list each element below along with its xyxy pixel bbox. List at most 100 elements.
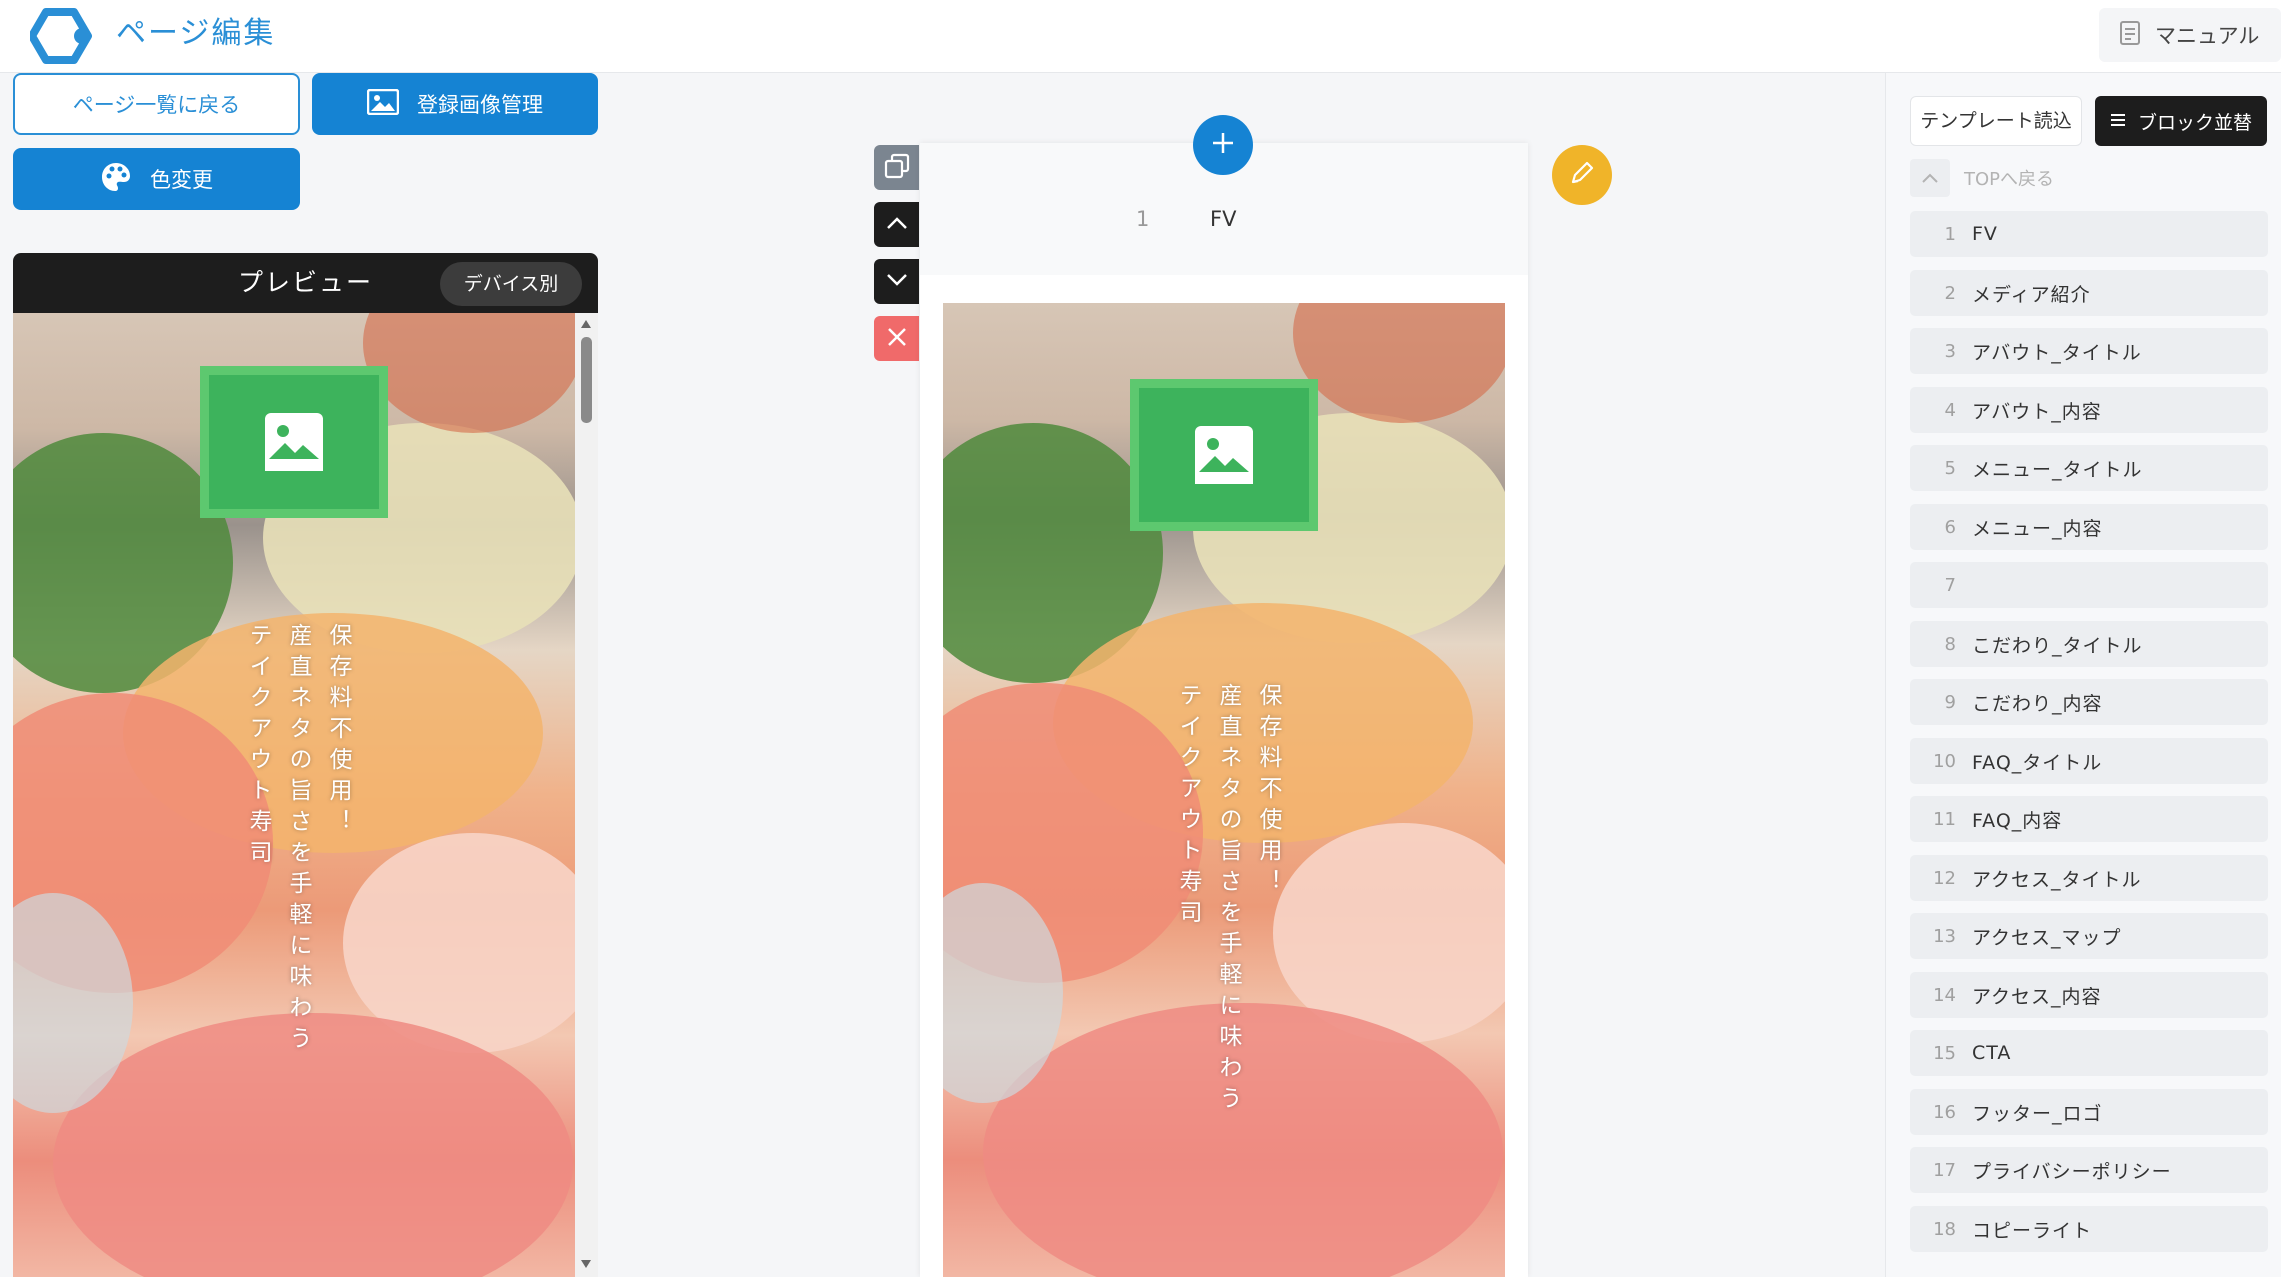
close-icon (886, 326, 908, 352)
load-template-button[interactable]: テンプレート読込 (1910, 96, 2082, 146)
block-list-number: 16 (1933, 1101, 1956, 1123)
chevron-up-icon (1910, 158, 1950, 197)
block-list-item[interactable]: 9 こだわり_内容 (1910, 679, 2268, 725)
manual-label: マニュアル (2155, 24, 2260, 48)
block-list-number: 4 (1944, 399, 1956, 421)
back-to-top-label: TOPへ戻る (1964, 168, 2055, 190)
logo-image-placeholder[interactable] (1130, 379, 1318, 531)
manual-icon (2119, 20, 2141, 51)
color-change-label: 色変更 (150, 168, 213, 192)
hero-copy[interactable]: 保存料不使用！ 産直ネタの旨さを手軽に味わう テイクアウト寿司 (1168, 683, 1288, 1243)
block-list-number: 8 (1944, 633, 1956, 655)
preview-header: プレビュー デバイス別 (13, 253, 598, 313)
sort-blocks-button[interactable]: ブロック並替 (2095, 96, 2267, 146)
back-to-top-link[interactable]: TOPへ戻る (1910, 155, 2268, 200)
image-icon (366, 88, 400, 120)
block-list-label: メニュー_タイトル (1972, 458, 2143, 481)
color-change-button[interactable]: 色変更 (13, 148, 300, 210)
block-list-item[interactable]: 16 フッター_ロゴ (1910, 1089, 2268, 1135)
block-list-item[interactable]: 14 アクセス_内容 (1910, 972, 2268, 1018)
block-list-item[interactable]: 12 アクセス_タイトル (1910, 855, 2268, 901)
block-list-number: 2 (1944, 282, 1956, 304)
block-list-number: 3 (1944, 340, 1956, 362)
edit-block-button[interactable] (1552, 145, 1612, 205)
block-list-label: メディア紹介 (1972, 283, 2091, 306)
hero-headline: 保存料不使用！ (1255, 683, 1281, 900)
block-list-number: 9 (1944, 691, 1956, 713)
image-manager-button[interactable]: 登録画像管理 (312, 73, 598, 135)
block-list-item[interactable]: 18 コピーライト (1910, 1206, 2268, 1252)
plus-icon (1210, 130, 1236, 160)
palette-icon (100, 161, 132, 198)
block-list-number: 10 (1933, 750, 1956, 772)
block-list-item[interactable]: 7 (1910, 562, 2268, 608)
block-list-number: 1 (1944, 223, 1956, 245)
block-list-number: 17 (1933, 1159, 1956, 1181)
hero-tagline: テイクアウト寿司 (245, 623, 271, 871)
page-title: ページ編集 (116, 16, 276, 51)
block-list-number: 12 (1933, 867, 1956, 889)
block-list-number: 6 (1944, 516, 1956, 538)
hero-subline: 産直ネタの旨さを手軽に味わう (285, 623, 311, 1057)
preview-panel: プレビュー デバイス別 保存料不使用！ 産直ネタの旨さを手軽に味わう テイクアウ… (13, 253, 598, 1277)
block-list-number: 11 (1933, 808, 1956, 830)
hero-tagline: テイクアウト寿司 (1175, 683, 1201, 931)
block-list-number: 15 (1933, 1042, 1956, 1064)
hero-headline: 保存料不使用！ (325, 623, 351, 840)
block-list-item[interactable]: 13 アクセス_マップ (1910, 913, 2268, 959)
block-list-item[interactable]: 2 メディア紹介 (1910, 270, 2268, 316)
image-manager-label: 登録画像管理 (417, 93, 543, 117)
block-list-item[interactable]: 11 FAQ_内容 (1910, 796, 2268, 842)
chevron-down-icon (885, 272, 909, 292)
preview-hero-image: 保存料不使用！ 産直ネタの旨さを手軽に味わう テイクアウト寿司 (13, 313, 575, 1277)
block-list-item[interactable]: 6 メニュー_内容 (1910, 504, 2268, 550)
block-list-label: アクセス_マップ (1972, 926, 2122, 949)
block-list-label: こだわり_内容 (1972, 692, 2103, 715)
device-toggle-button[interactable]: デバイス別 (440, 262, 582, 306)
pencil-icon (1567, 158, 1597, 192)
block-list-item[interactable]: 15 CTA (1910, 1030, 2268, 1076)
block-list-label: メニュー_内容 (1972, 517, 2103, 540)
hero-subline: 産直ネタの旨さを手軽に味わう (1215, 683, 1241, 1117)
block-list-label: FAQ_内容 (1972, 809, 2063, 832)
block-number: 1 (1136, 207, 1150, 231)
block-list-item[interactable]: 17 プライバシーポリシー (1910, 1147, 2268, 1193)
block-editor: 1 FV 保存料不使用！ 産直ネタの旨さを手軽に味わう テイクアウト寿司 (920, 143, 1528, 1277)
move-block-up-button[interactable] (874, 202, 919, 247)
block-list-item[interactable]: 8 こだわり_タイトル (1910, 621, 2268, 667)
logo-image-placeholder (200, 366, 388, 518)
block-list-label: こだわり_タイトル (1972, 634, 2143, 657)
block-list-label: プライバシーポリシー (1972, 1160, 2172, 1183)
menu-icon (2110, 110, 2126, 132)
copy-icon (884, 153, 910, 183)
block-list-label: FV (1972, 223, 1998, 245)
block-list-label: アクセス_内容 (1972, 985, 2102, 1008)
editor-hero-image[interactable]: 保存料不使用！ 産直ネタの旨さを手軽に味わう テイクアウト寿司 (943, 303, 1505, 1277)
hero-copy: 保存料不使用！ 産直ネタの旨さを手軽に味わう テイクアウト寿司 (238, 623, 358, 1183)
back-to-pages-button[interactable]: ページ一覧に戻る (13, 73, 300, 135)
app-header: ページ編集 マニュアル (0, 0, 2281, 73)
back-to-pages-label: ページ一覧に戻る (72, 93, 241, 117)
block-list-label: フッター_ロゴ (1972, 1102, 2103, 1125)
block-list-label: FAQ_タイトル (1972, 751, 2103, 774)
duplicate-block-button[interactable] (874, 145, 919, 190)
block-list-number: 18 (1933, 1218, 1956, 1240)
block-list-label: アバウト_タイトル (1972, 341, 2142, 364)
delete-block-button[interactable] (874, 316, 919, 361)
sort-blocks-label: ブロック並替 (2137, 111, 2252, 134)
app-logo-icon[interactable] (28, 8, 94, 64)
add-block-button[interactable] (1193, 115, 1253, 175)
block-list-item[interactable]: 10 FAQ_タイトル (1910, 738, 2268, 784)
block-list-label: CTA (1972, 1042, 2012, 1064)
manual-button[interactable]: マニュアル (2099, 8, 2281, 62)
block-list-item[interactable]: 5 メニュー_タイトル (1910, 445, 2268, 491)
block-list-item[interactable]: 4 アバウト_内容 (1910, 387, 2268, 433)
block-list-label: アバウト_内容 (1972, 400, 2102, 423)
block-list-item[interactable]: 3 アバウト_タイトル (1910, 328, 2268, 374)
move-block-down-button[interactable] (874, 259, 919, 304)
preview-scrollbar[interactable] (575, 313, 598, 1277)
block-list-number: 5 (1944, 457, 1956, 479)
block-list-item[interactable]: 1 FV (1910, 211, 2268, 257)
chevron-up-icon (885, 215, 909, 235)
preview-scroll-thumb[interactable] (581, 337, 592, 423)
